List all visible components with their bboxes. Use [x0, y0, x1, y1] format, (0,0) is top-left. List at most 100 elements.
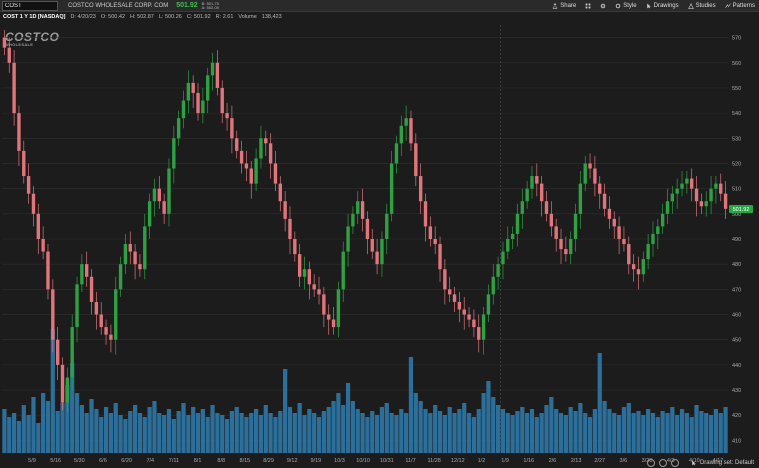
volume-bar — [641, 415, 646, 453]
candle-body — [55, 339, 60, 365]
volume-bar — [713, 409, 719, 453]
candle-body — [389, 163, 394, 214]
zoom-reset-icon[interactable] — [670, 459, 679, 467]
volume-bar — [660, 411, 665, 453]
volume-bar — [79, 405, 84, 453]
candle-body — [423, 201, 428, 227]
volume-bar — [520, 407, 525, 453]
volume-bar — [215, 413, 220, 453]
volume-bar — [103, 407, 109, 453]
candle-body — [723, 193, 728, 209]
volume-bar — [321, 411, 326, 453]
candle-body — [525, 188, 529, 202]
share-button[interactable]: Share — [552, 3, 576, 9]
candle-body — [41, 239, 45, 252]
volume-bar — [665, 413, 670, 453]
candle-body — [709, 188, 713, 202]
studies-button[interactable]: Studies — [687, 3, 716, 9]
volume-bar — [191, 407, 196, 453]
candle-body — [297, 254, 302, 277]
volume-bar — [481, 393, 486, 453]
y-tick-label: 470 — [732, 287, 741, 293]
candle-body — [418, 176, 423, 202]
volume-bar — [278, 411, 283, 453]
candle-body — [554, 226, 558, 239]
volume-bar — [239, 413, 244, 453]
price-chart[interactable]: 4104204304404504604704804905005105205305… — [0, 21, 759, 468]
candle-body — [588, 163, 592, 169]
top-bar: COSTCO WHOLESALE CORP. COM 501.92 B: 501… — [0, 0, 759, 12]
symbol-input[interactable] — [2, 0, 58, 11]
candle-body — [157, 188, 161, 202]
volume-bar — [457, 409, 462, 453]
candle-body — [593, 168, 597, 184]
drawing-set-label: Drawing set: Default — [699, 460, 754, 466]
volume-bar — [171, 419, 176, 453]
volume-bar — [132, 405, 138, 453]
zoom-out-icon[interactable] — [646, 459, 655, 467]
volume-bar — [345, 383, 351, 453]
volume-bar — [157, 413, 162, 453]
candle-body — [617, 226, 621, 239]
volume-bar — [626, 403, 631, 453]
volume-bar — [495, 405, 501, 453]
volume-bar — [297, 403, 302, 453]
candle-body — [660, 213, 665, 227]
volume-bar — [152, 401, 157, 453]
volume-bar — [360, 413, 365, 453]
settings-button[interactable] — [600, 3, 606, 9]
candle-body — [230, 118, 234, 139]
volume-bar — [694, 405, 699, 453]
ohlc-date: D: 4/20/23 — [70, 13, 96, 20]
volume-bar — [21, 405, 26, 453]
candle-body — [496, 264, 500, 277]
candle-body — [85, 264, 89, 277]
volume-bar — [11, 413, 17, 453]
info-bar: COST 1 Y 1D [NASDAQ] D: 4/20/23 O: 500.4… — [0, 12, 282, 21]
volume-bar — [655, 417, 660, 453]
candle-body — [46, 251, 50, 290]
drawing-set-selector[interactable]: Drawing set: Default — [691, 460, 754, 466]
volume-bar — [379, 407, 385, 453]
y-tick-label: 430 — [732, 388, 741, 394]
candle-body — [438, 244, 442, 270]
patterns-icon — [724, 2, 731, 8]
style-button[interactable]: Style — [615, 3, 637, 9]
candle-body — [704, 201, 708, 207]
candle-body — [452, 294, 457, 302]
candle-body — [699, 201, 704, 207]
candle-body — [598, 183, 602, 194]
candle-body — [467, 314, 471, 320]
volume-bar — [573, 411, 578, 453]
zoom-in-icon[interactable] — [658, 459, 667, 467]
drawings-button[interactable]: Drawings — [646, 3, 679, 9]
last-price: 501.92 — [176, 2, 198, 9]
grid-button[interactable] — [585, 3, 591, 9]
candle-body — [273, 163, 278, 184]
volume-bar — [292, 413, 297, 453]
candle-body — [94, 301, 99, 315]
volume-bar — [539, 413, 544, 453]
candle-body — [404, 118, 408, 126]
candle-body — [172, 138, 176, 169]
volume-bar — [394, 415, 399, 453]
candle-body — [138, 264, 142, 270]
candle-body — [331, 319, 336, 328]
volume-bar — [287, 407, 293, 453]
candle-body — [196, 92, 200, 114]
volume-bar — [94, 409, 99, 453]
candle-body — [385, 213, 389, 239]
volume-bar — [370, 411, 375, 453]
volume-bar — [529, 409, 535, 453]
candle-body — [210, 62, 215, 76]
volume-bar — [41, 393, 46, 453]
candle-body — [414, 143, 418, 177]
volume-bar — [418, 401, 423, 453]
patterns-button[interactable]: Patterns — [724, 2, 755, 9]
chart-title: COST 1 Y 1D [NASDAQ] — [3, 13, 66, 20]
candle-body — [60, 364, 65, 403]
volume-bar — [263, 405, 268, 453]
ohlc-open: O: 500.42 — [100, 13, 126, 20]
candle-body — [293, 239, 297, 255]
y-tick-label: 440 — [732, 363, 741, 369]
